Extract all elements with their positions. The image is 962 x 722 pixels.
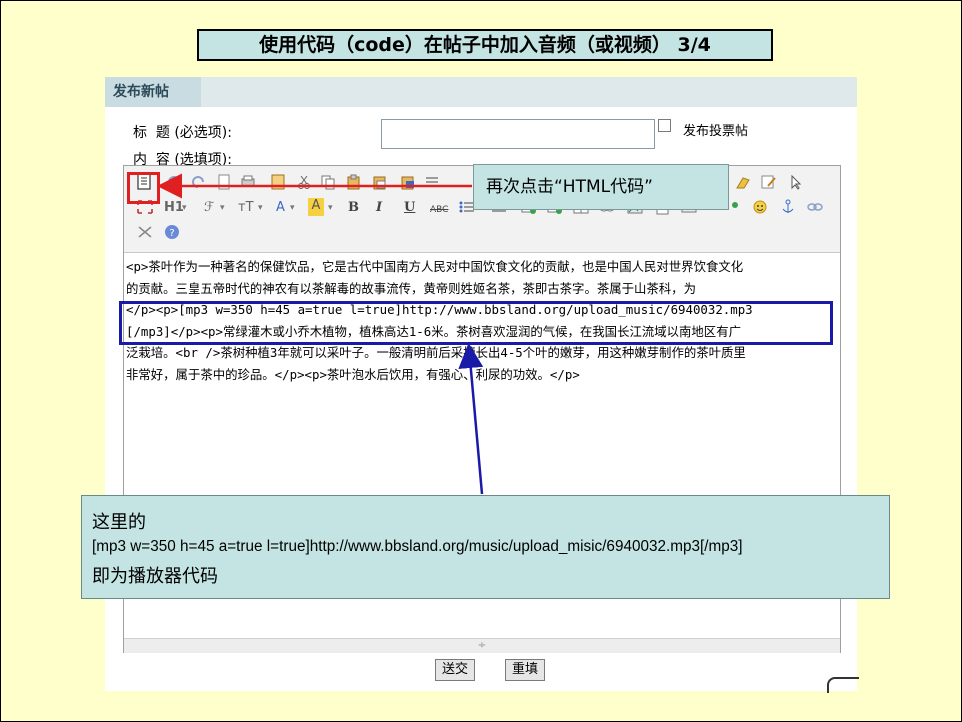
underline-button[interactable]: U [404,200,415,216]
undo-icon[interactable] [166,175,182,189]
font-color-button[interactable]: A [276,200,285,216]
forum-header: 发布新帖 [105,77,857,107]
help-icon[interactable]: ? [164,224,180,240]
player-code-callout: 这里的 [mp3 w=350 h=45 a=true l=true]http:/… [81,495,890,599]
chevron-down-icon: ▾ [290,203,295,213]
copy-icon[interactable] [320,174,336,190]
unlink-icon[interactable] [806,199,824,215]
code-line: 非常好，属于茶中的珍品。</p><p>茶叶泡水后饮用，有强心、利尿的功效。</p… [126,366,580,382]
paste-icon[interactable] [346,174,362,190]
cut-icon[interactable] [296,174,312,190]
paste-word-icon[interactable] [400,174,416,190]
reset-button[interactable]: 重填 [505,659,545,681]
poll-label: 发布投票帖 [683,124,749,139]
editor-resize-handle[interactable]: ÷ [124,638,840,653]
select-cursor-icon[interactable] [788,174,804,190]
forum-tab[interactable]: 发布新帖 [105,77,201,107]
callout-line-1: 这里的 [92,512,146,533]
chevron-down-icon: ▾ [258,203,263,213]
code-line: 泛栽培。<br />茶树种植3年就可以采叶子。一般清明前后采摘长出4-5个叶的嫩… [126,345,746,360]
emoticon-icon[interactable] [752,199,768,215]
highlight-button[interactable]: A [308,198,324,216]
chevron-down-icon: ▾ [328,203,333,213]
font-family-button[interactable]: ℱ [204,200,214,216]
align-icon[interactable] [424,174,440,190]
template-icon[interactable] [270,174,286,190]
clear-icon[interactable] [136,224,154,240]
code-line: <p>茶叶作为一种著名的保健饮品，它是古代中国南方人民对中国饮食文化的贡献，也是… [126,259,744,274]
corner-decoration [827,677,859,693]
slide-title: 使用代码（code）在帖子中加入音频（或视频） 3/4 [197,29,773,61]
paste-text-icon[interactable] [372,174,388,190]
insert-icon[interactable] [728,199,742,215]
anchor-icon[interactable] [780,199,796,215]
clear-format-icon[interactable] [734,174,752,190]
callout-line-2: [mp3 w=350 h=45 a=true l=true]http://www… [92,538,743,555]
redo-icon[interactable] [190,175,206,189]
new-document-icon[interactable] [216,174,232,190]
svg-text:?: ? [169,228,174,239]
italic-button[interactable]: I [376,200,382,216]
strikethrough-button[interactable]: ABC [430,202,448,218]
poll-checkbox[interactable] [658,119,671,132]
chevron-down-icon: ▾ [220,203,225,213]
subject-label: 标 题 (必选项): [133,125,232,141]
player-code-highlight-box [119,301,833,345]
edit-icon[interactable] [760,174,778,190]
subject-input[interactable] [381,119,655,149]
chevron-down-icon: ▾ [182,203,187,213]
font-size-button[interactable]: тT [238,200,254,216]
print-icon[interactable] [240,174,256,190]
html-code-highlight-box [127,172,160,204]
bold-button[interactable]: B [348,200,359,216]
callout-line-3: 即为播放器代码 [92,566,218,587]
submit-button[interactable]: 送交 [435,659,475,681]
heading-button[interactable]: H1 [164,200,184,216]
code-line: 的贡献。三皇五帝时代的神农有以茶解毒的故事流传，黄帝则姓姬名茶，茶即古茶字。茶属… [126,280,696,296]
forum-tab-label: 发布新帖 [113,84,169,100]
slide-background: 使用代码（code）在帖子中加入音频（或视频） 3/4 发布新帖 标 题 (必选… [0,0,962,722]
html-code-callout: 再次点击“HTML代码” [473,164,729,210]
